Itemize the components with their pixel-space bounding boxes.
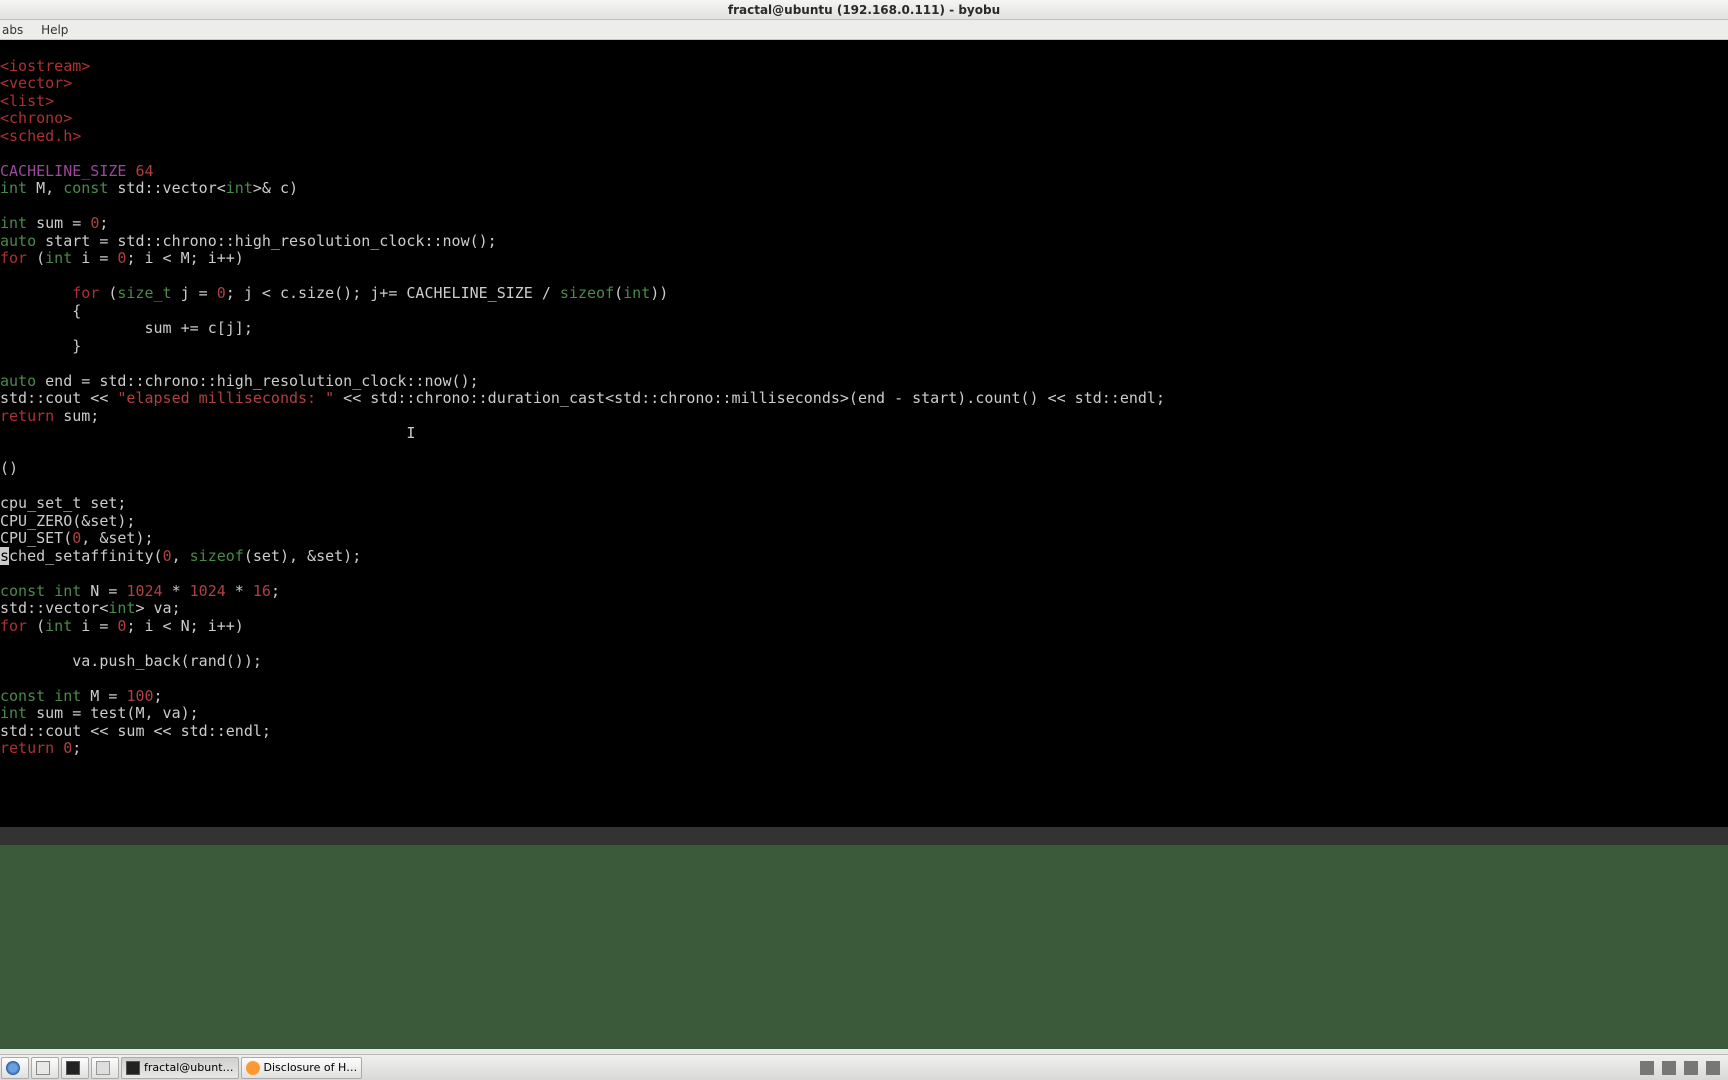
text-cursor: s	[0, 547, 9, 565]
menu-bar[interactable]: abs Help	[0, 20, 1728, 40]
terminal-viewport[interactable]: <iostream> <vector> <list> <chrono> <sch…	[0, 40, 1728, 845]
macro-value: 64	[135, 162, 153, 180]
byobu-status-bar: u4 0:-* 6!60m0.248x3.0GHz7.7G13%2021-01-…	[0, 827, 1728, 845]
taskbar-item-terminal[interactable]: fractal@ubunt…	[121, 1057, 239, 1079]
show-desktop-button[interactable]	[91, 1057, 119, 1079]
code-area: <iostream> <vector> <list> <chrono> <sch…	[0, 58, 1728, 758]
tray-icon[interactable]	[1684, 1061, 1698, 1075]
folder-icon	[36, 1061, 50, 1075]
system-tray[interactable]	[1640, 1061, 1728, 1075]
taskbar[interactable]: fractal@ubunt… Disclosure of H…	[0, 1054, 1728, 1080]
network-icon[interactable]	[1706, 1061, 1720, 1075]
window-title: fractal@ubuntu (192.168.0.111) - byobu	[728, 3, 1000, 17]
taskbar-item-label: Disclosure of H…	[264, 1061, 358, 1074]
window-icon	[96, 1061, 110, 1075]
file-manager-button[interactable]	[31, 1057, 59, 1079]
tray-icon[interactable]	[1640, 1061, 1654, 1075]
include-header: <list>	[0, 92, 54, 110]
vim-status-line: bandwidth.cpp" 42L, 897C 29,9	[0, 810, 1728, 827]
terminal-launcher-button[interactable]	[61, 1057, 89, 1079]
macro-name: CACHELINE_SIZE	[0, 162, 126, 180]
terminal-icon	[66, 1061, 80, 1075]
taskbar-item-browser[interactable]: Disclosure of H…	[241, 1057, 363, 1079]
firefox-icon	[246, 1061, 260, 1075]
include-header: <sched.h>	[0, 127, 81, 145]
desktop-background	[0, 845, 1728, 1049]
window-titlebar: fractal@ubuntu (192.168.0.111) - byobu	[0, 0, 1728, 20]
include-header: <iostream>	[0, 57, 90, 75]
include-header: <chrono>	[0, 109, 72, 127]
type-int: int	[0, 179, 27, 197]
tray-icon[interactable]	[1662, 1061, 1676, 1075]
menu-tabs[interactable]: abs	[2, 23, 23, 37]
menu-help[interactable]: Help	[41, 23, 68, 37]
kw-const: const	[63, 179, 108, 197]
terminal-icon	[126, 1061, 140, 1075]
start-menu-button[interactable]	[1, 1057, 29, 1079]
menu-icon	[6, 1061, 20, 1075]
include-header: <vector>	[0, 74, 72, 92]
taskbar-item-label: fractal@ubunt…	[144, 1061, 234, 1074]
